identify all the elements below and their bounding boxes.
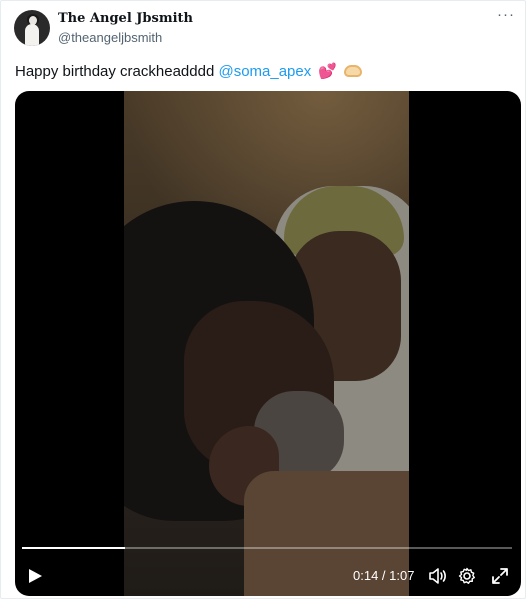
tweet-text: Happy birthday crackheadddd @soma_apex 💕 bbox=[15, 62, 363, 80]
video-player[interactable]: 0:14 / 1:07 bbox=[15, 91, 521, 596]
time-separator: / bbox=[378, 568, 390, 583]
expand-icon[interactable] bbox=[490, 566, 510, 586]
current-time: 0:14 bbox=[353, 568, 379, 583]
mention-link[interactable]: @soma_apex bbox=[218, 63, 311, 80]
gear-icon[interactable] bbox=[457, 566, 477, 586]
tweet-body: Happy birthday crackheadddd bbox=[15, 63, 219, 80]
author-display-name[interactable]: The Angel Jbsmith bbox=[58, 11, 193, 26]
volume-icon[interactable] bbox=[427, 566, 447, 586]
author-handle[interactable]: @theangeljbsmith bbox=[58, 30, 162, 45]
duration: 1:07 bbox=[389, 568, 415, 583]
avatar[interactable] bbox=[14, 10, 50, 46]
progress-bar[interactable] bbox=[22, 547, 512, 549]
progress-fill bbox=[22, 547, 125, 549]
video-frame bbox=[124, 91, 409, 596]
tweet-card: The Angel Jbsmith @theangeljbsmith ··· H… bbox=[0, 0, 526, 599]
avatar-body bbox=[25, 24, 39, 46]
time-display: 0:14 / 1:07 bbox=[353, 568, 414, 583]
more-icon[interactable]: ··· bbox=[497, 7, 515, 22]
two-hearts-emoji: 💕 bbox=[318, 63, 338, 80]
play-icon[interactable] bbox=[27, 568, 43, 584]
heart-hands-icon bbox=[344, 65, 363, 77]
